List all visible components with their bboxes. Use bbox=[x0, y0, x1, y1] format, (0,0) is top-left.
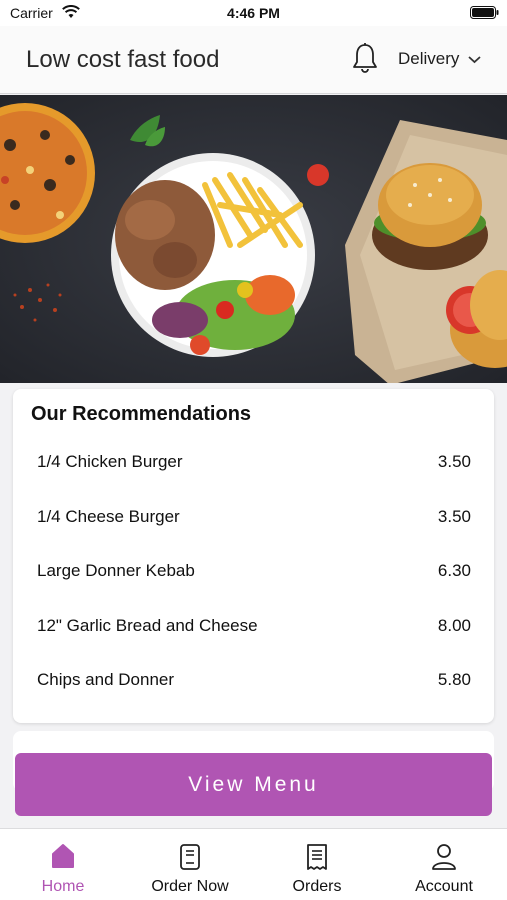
recommendations-card: Our Recommendations 1/4 Chicken Burger 3… bbox=[13, 389, 494, 723]
tab-account[interactable]: Account bbox=[381, 829, 507, 900]
tab-bar: Home Order Now Orders Account bbox=[0, 828, 507, 900]
item-name: 1/4 Cheese Burger bbox=[37, 507, 180, 526]
tab-orders-label: Orders bbox=[292, 878, 342, 895]
item-price: 8.00 bbox=[437, 616, 471, 635]
user-icon bbox=[432, 844, 456, 870]
list-item[interactable]: 1/4 Cheese Burger 3.50 bbox=[37, 503, 471, 533]
delivery-mode-dropdown[interactable]: Delivery bbox=[398, 49, 482, 69]
order-icon bbox=[180, 844, 200, 870]
home-icon bbox=[52, 844, 74, 868]
view-menu-button[interactable]: View Menu bbox=[15, 753, 492, 816]
recommendations-title: Our Recommendations bbox=[31, 403, 252, 425]
tab-home[interactable]: Home bbox=[0, 829, 126, 900]
battery-icon bbox=[470, 6, 499, 19]
tab-home-label: Home bbox=[41, 878, 85, 895]
item-name: Large Donner Kebab bbox=[37, 561, 195, 580]
item-price: 3.50 bbox=[437, 452, 471, 471]
burger-image bbox=[372, 163, 488, 270]
status-time: 4:46 PM bbox=[227, 5, 280, 21]
kebab-plate-image bbox=[111, 153, 315, 357]
delivery-mode-label: Delivery bbox=[398, 49, 460, 68]
item-name: 1/4 Chicken Burger bbox=[37, 452, 183, 471]
item-name: Chips and Donner bbox=[37, 670, 175, 689]
list-item[interactable]: Large Donner Kebab 6.30 bbox=[37, 557, 471, 587]
tab-order-now[interactable]: Order Now bbox=[127, 829, 253, 900]
app-header: Low cost fast food Delivery bbox=[0, 26, 507, 94]
item-price: 3.50 bbox=[437, 507, 471, 526]
tab-orders[interactable]: Orders bbox=[254, 829, 380, 900]
page-title: Low cost fast food bbox=[26, 46, 220, 73]
food-banner-image bbox=[0, 95, 507, 383]
item-price: 6.30 bbox=[437, 561, 471, 580]
bell-icon[interactable] bbox=[350, 42, 380, 74]
status-bar: Carrier 4:46 PM bbox=[0, 0, 507, 26]
item-price: 5.80 bbox=[437, 670, 471, 689]
list-item[interactable]: Chips and Donner 5.80 bbox=[37, 666, 471, 696]
item-name: 12" Garlic Bread and Cheese bbox=[37, 616, 258, 635]
receipt-icon bbox=[307, 844, 327, 870]
tab-account-label: Account bbox=[415, 878, 473, 895]
list-item[interactable]: 12" Garlic Bread and Cheese 8.00 bbox=[37, 612, 471, 642]
chevron-down-icon bbox=[468, 55, 482, 63]
list-item[interactable]: 1/4 Chicken Burger 3.50 bbox=[37, 448, 471, 478]
tab-order-now-label: Order Now bbox=[151, 878, 229, 895]
